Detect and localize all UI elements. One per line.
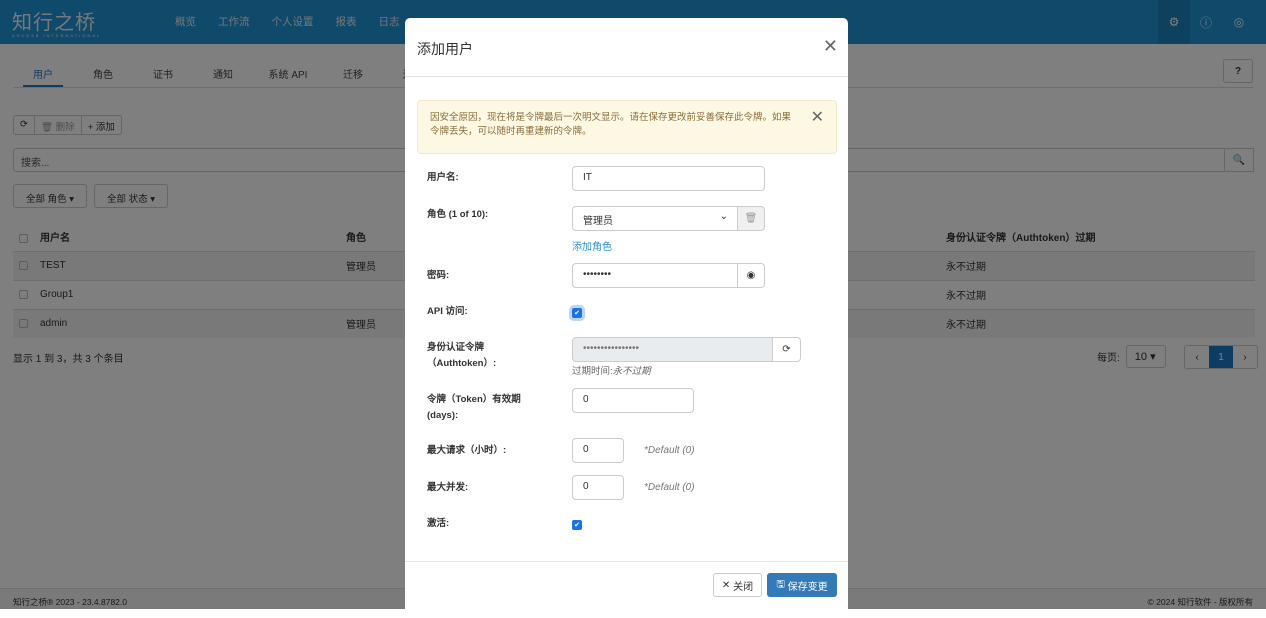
chevron-down-icon: ⌄ (719, 211, 728, 222)
api-access-checkbox[interactable]: ✔ (572, 308, 582, 318)
save-button[interactable]: 🖫 保存变更 (767, 573, 837, 597)
authtoken-label-line2: （Authtoken）: (427, 358, 497, 369)
max-concurrent-hint: *Default (0) (644, 482, 695, 493)
modal-title: 添加用户 (417, 41, 473, 57)
max-concurrent-input[interactable]: 0 (572, 475, 624, 500)
authtoken-label-line1: 身份认证令牌 (427, 342, 485, 353)
token-days-input[interactable]: 0 (572, 388, 694, 413)
username-input[interactable]: IT (572, 166, 765, 191)
role-label: 角色 (1 of 10): (427, 209, 489, 220)
close-label: 关闭 (733, 581, 754, 593)
close-button[interactable]: ✕ 关闭 (713, 573, 762, 597)
max-concurrent-label: 最大并发: (427, 482, 469, 493)
add-role-link[interactable]: 添加角色 (572, 238, 612, 253)
authtoken-label: 身份认证令牌 （Authtoken）: (427, 340, 496, 372)
token-days-label-line1: 令牌（Token）有效期 (427, 394, 521, 405)
active-label: 激活: (427, 518, 450, 529)
eye-icon[interactable]: ◉ (737, 263, 765, 288)
token-days-label-line2: (days): (427, 410, 459, 421)
expiry-value: 永不过期 (612, 366, 651, 377)
save-icon: 🖫 (776, 578, 785, 590)
modal-footer-divider (405, 561, 848, 562)
add-user-modal: 添加用户 ✕ 因安全原因，现在将是令牌最后一次明文显示。请在保存更改前妥善保存此令… (405, 18, 848, 618)
max-requests-input[interactable]: 0 (572, 438, 624, 463)
token-days-label: 令牌（Token）有效期 (days): (427, 392, 521, 424)
save-label: 保存变更 (787, 581, 828, 593)
username-label: 用户名: (427, 172, 459, 183)
role-value: 管理员 (583, 216, 613, 227)
alert-close-icon[interactable]: ✕ (811, 110, 824, 126)
delete-role-button[interactable]: 🗑 (737, 206, 765, 231)
max-requests-label: 最大请求（小时）: (427, 445, 507, 456)
role-select[interactable]: 管理员 ⌄ (572, 206, 738, 231)
api-access-label: API 访问: (427, 306, 468, 317)
max-requests-hint: *Default (0) (644, 445, 695, 456)
alert-text: 因安全原因，现在将是令牌最后一次明文显示。请在保存更改前妥善保存此令牌。如果令牌… (430, 112, 792, 137)
close-icon[interactable]: ✕ (823, 36, 838, 57)
password-input[interactable]: •••••••• (572, 263, 738, 288)
expiry-prefix: 过期时间: (572, 366, 613, 377)
token-warning-alert: 因安全原因，现在将是令牌最后一次明文显示。请在保存更改前妥善保存此令牌。如果令牌… (417, 100, 837, 154)
active-checkbox[interactable]: ✔ (572, 520, 582, 530)
token-expiry: 过期时间:永不过期 (572, 363, 651, 377)
authtoken-input[interactable]: •••••••••••••••• (572, 337, 773, 362)
trash-icon: 🗑 (744, 213, 758, 224)
regenerate-token-icon[interactable]: ⟳ (772, 337, 801, 362)
password-label: 密码: (427, 270, 450, 281)
